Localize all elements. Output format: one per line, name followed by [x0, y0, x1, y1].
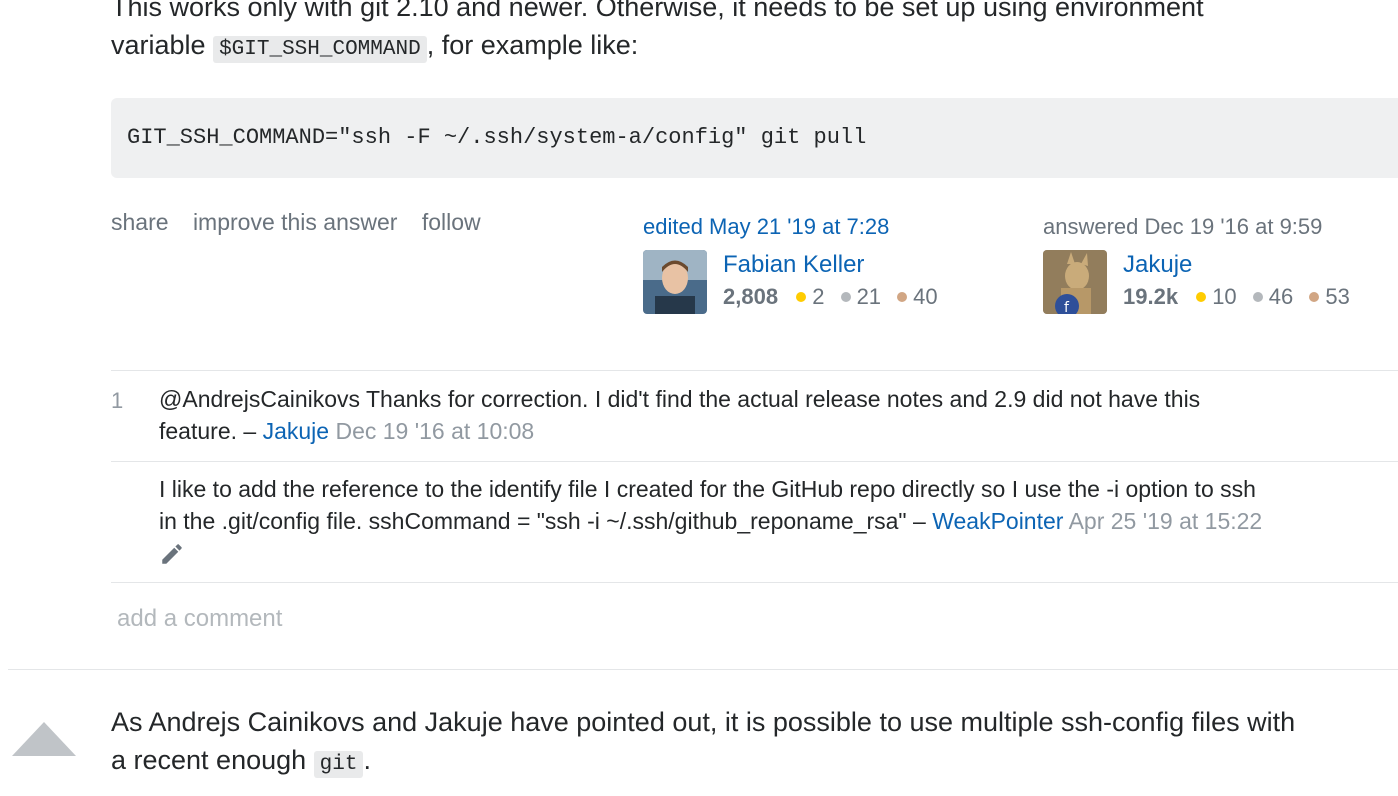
- bronze-badge: 40: [897, 284, 938, 309]
- follow-link[interactable]: follow: [422, 209, 481, 235]
- gold-badge: 2: [796, 284, 824, 309]
- paragraph-line-1: This works only with git 2.10 and newer.…: [111, 0, 1204, 22]
- comment-date[interactable]: Apr 25 '19 at 15:22: [1069, 508, 1263, 534]
- answer-divider: [8, 669, 1398, 670]
- post-menu: share improve this answer follow: [111, 209, 499, 236]
- next-answer-paragraph: As Andrejs Cainikovs and Jakuje have poi…: [111, 703, 1398, 784]
- reputation-score: 19.2k: [1123, 284, 1179, 309]
- answer-page: This works only with git 2.10 and newer.…: [0, 0, 1398, 796]
- bronze-badge: 53: [1309, 284, 1350, 309]
- author-signature: answered Dec 19 '16 at 9:59 f Jakuje 19.…: [1043, 214, 1360, 314]
- comment-user-link[interactable]: Jakuje: [263, 418, 329, 444]
- silver-badge: 46: [1252, 284, 1293, 309]
- comment-user-link[interactable]: WeakPointer: [932, 508, 1063, 534]
- editor-signature: edited May 21 '19 at 7:28 Fabian Keller …: [643, 214, 948, 314]
- gold-badge: 10: [1196, 284, 1237, 309]
- pencil-icon[interactable]: [159, 541, 185, 575]
- avatar[interactable]: f: [1043, 250, 1107, 314]
- answer-paragraph: This works only with git 2.10 and newer.…: [111, 0, 1398, 69]
- paragraph-line-2: variable $GIT_SSH_COMMAND, for example l…: [111, 30, 639, 63]
- improve-answer-link[interactable]: improve this answer: [193, 209, 398, 235]
- author-stats: 19.2k 10 46 53: [1123, 284, 1360, 310]
- reputation-score: 2,808: [723, 284, 779, 309]
- editor-stats: 2,808 2 21 40: [723, 284, 948, 310]
- answered-timestamp: answered Dec 19 '16 at 9:59: [1043, 214, 1323, 239]
- inline-code: $GIT_SSH_COMMAND: [213, 36, 427, 63]
- avatar[interactable]: [643, 250, 707, 314]
- add-comment-link[interactable]: add a comment: [117, 605, 282, 633]
- comment-divider: [111, 461, 1398, 462]
- inline-code: git: [313, 751, 364, 778]
- comment-divider: [111, 582, 1398, 583]
- paragraph-line-1: As Andrejs Cainikovs and Jakuje have poi…: [111, 707, 1296, 737]
- paragraph-line-2: a recent enough git.: [111, 745, 371, 778]
- comment-score: 1: [111, 388, 124, 413]
- edited-timestamp-link[interactable]: edited May 21 '19 at 7:28: [643, 214, 948, 240]
- comment-date[interactable]: Dec 19 '16 at 10:08: [335, 418, 534, 444]
- comments-top-divider: [111, 370, 1398, 371]
- vote-up-icon[interactable]: [12, 722, 76, 756]
- share-link[interactable]: share: [111, 209, 169, 235]
- author-name-link[interactable]: Jakuje: [1123, 250, 1360, 280]
- comment-text: @AndrejsCainikovs Thanks for correction.…: [159, 386, 1201, 444]
- comment-text: I like to add the reference to the ident…: [159, 473, 1398, 575]
- comment-item: I like to add the reference to the ident…: [111, 473, 1398, 573]
- editor-name-link[interactable]: Fabian Keller: [723, 250, 948, 280]
- code-block: GIT_SSH_COMMAND="ssh -F ~/.ssh/system-a/…: [111, 98, 1398, 178]
- silver-badge: 21: [840, 284, 881, 309]
- comment-item: 1 @AndrejsCainikovs Thanks for correctio…: [111, 383, 1398, 453]
